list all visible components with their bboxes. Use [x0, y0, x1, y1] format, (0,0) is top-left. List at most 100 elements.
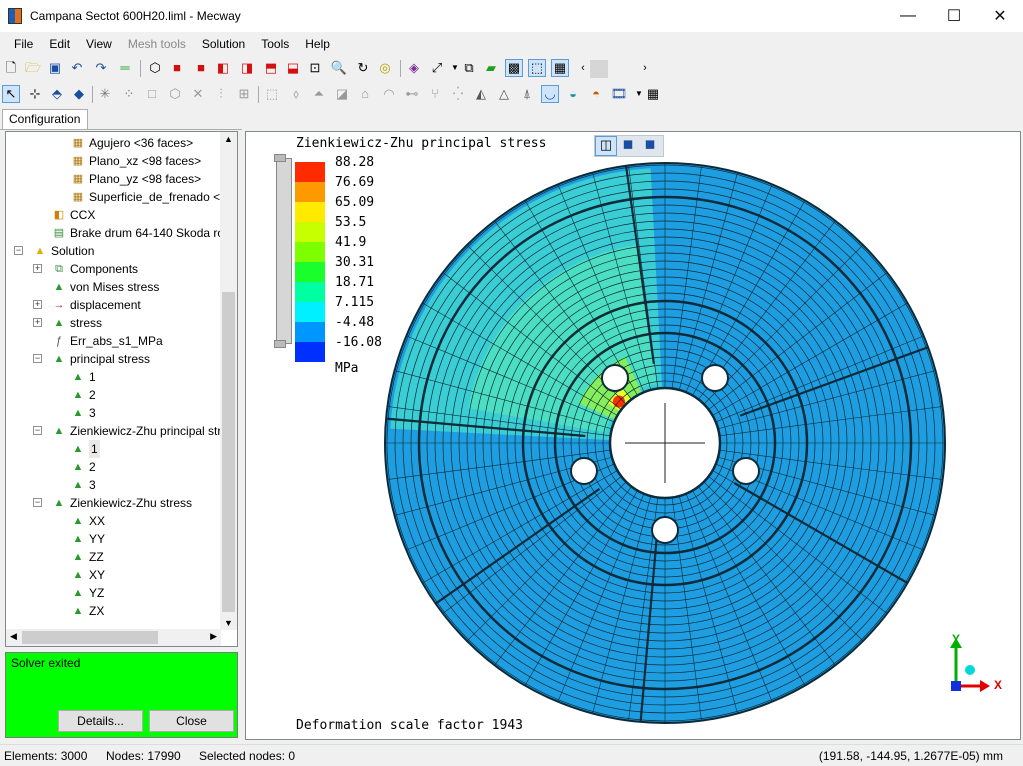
undo-icon[interactable]: ↶ — [68, 59, 86, 77]
sweep-tool-icon[interactable]: ◠ — [380, 85, 398, 103]
tree-item[interactable]: ▲ XY — [70, 566, 105, 584]
save-icon[interactable]: ▣ — [46, 59, 64, 77]
contour-view-icon[interactable]: ◓ — [587, 85, 605, 103]
select-node-icon[interactable]: ⊹ — [26, 85, 44, 103]
tree-item[interactable]: ▲ 1 — [70, 440, 100, 458]
select-arrow-icon[interactable]: ↖ — [2, 85, 20, 103]
close-button[interactable]: Close — [149, 710, 234, 732]
view-top-icon[interactable]: ⬒ — [262, 59, 280, 77]
view-right-icon[interactable]: ◨ — [238, 59, 256, 77]
brake-drum-model[interactable] — [246, 132, 1021, 740]
tree-vertical-scrollbar[interactable]: ▲ ▼ — [220, 132, 237, 630]
view-front-icon[interactable]: ■ — [168, 59, 186, 77]
equals-icon[interactable]: ═ — [116, 59, 134, 77]
tree-item[interactable]: ▲ Zienkiewicz-Zhu stress — [51, 494, 192, 512]
zoom-fit-icon[interactable]: ◎ — [376, 59, 394, 77]
split-tool-icon[interactable]: ⑂ — [426, 85, 444, 103]
tree-item[interactable]: ▲ von Mises stress — [51, 278, 160, 296]
scale-tool-icon[interactable]: ⏶ — [310, 85, 328, 103]
zoom-box-icon[interactable]: ⊡ — [306, 59, 324, 77]
scroll-down-icon[interactable]: ▼ — [224, 618, 233, 628]
move-tool-icon[interactable]: ⬚ — [263, 85, 281, 103]
tree-item[interactable]: ◧ CCX — [51, 206, 96, 224]
tree-item[interactable]: ▲ ZZ — [70, 548, 104, 566]
collapse-icon[interactable]: − — [33, 354, 42, 363]
tab-configuration[interactable]: Configuration — [2, 109, 88, 129]
tree-hscroll-thumb[interactable] — [22, 631, 158, 644]
result-view-icon[interactable]: ◡ — [541, 85, 559, 103]
surface-icon[interactable]: ▰ — [482, 59, 500, 77]
tree-item[interactable]: ▲ stress — [51, 314, 102, 332]
tree-item[interactable]: ▲ 2 — [70, 386, 96, 404]
delta-tool-icon[interactable]: ⍋ — [518, 85, 536, 103]
rotate-icon[interactable]: ↻ — [354, 59, 372, 77]
tree-item[interactable]: ▦ Agujero <36 faces> — [70, 134, 193, 152]
refine-tool-icon[interactable]: ⫶ — [212, 85, 230, 103]
view-bottom-icon[interactable]: ⬓ — [284, 59, 302, 77]
tree-item[interactable]: ▲ YZ — [70, 584, 105, 602]
tree-item[interactable]: ▲ 3 — [70, 404, 96, 422]
scroll-up-icon[interactable]: ▲ — [224, 134, 233, 144]
model-viewport[interactable]: Zienkiewicz-Zhu principal stress ◫ ◼ ◼ 8… — [245, 131, 1021, 740]
menu-file[interactable]: File — [6, 33, 41, 55]
details-button[interactable]: Details... — [58, 710, 143, 732]
menu-help[interactable]: Help — [297, 33, 338, 55]
select-element-icon[interactable]: ⬘ — [48, 85, 66, 103]
tree-item[interactable]: → displacement — [51, 296, 141, 314]
scroll-right-icon[interactable]: ▶ — [210, 631, 217, 642]
tree-item[interactable]: ▲ Zienkiewicz-Zhu principal stress — [51, 422, 237, 440]
tree-item[interactable]: ƒ Err_abs_s1_MPa — [51, 332, 163, 350]
view-back-icon[interactable]: ■ — [192, 59, 210, 77]
tree-item[interactable]: ▤ Brake drum 64-140 Skoda rooms — [51, 224, 237, 242]
zoom-icon[interactable]: 🔍 — [330, 59, 348, 77]
deformed-view-icon[interactable]: ◒ — [564, 85, 582, 103]
animation-icon[interactable]: 🎞 — [610, 85, 628, 103]
delete-tool-icon[interactable]: ✕ — [189, 85, 207, 103]
section-icon[interactable]: ⧉ — [460, 59, 478, 77]
node-tool-icon[interactable]: ⁘ — [120, 85, 138, 103]
minimize-button[interactable]: — — [885, 0, 931, 32]
revolve-tool-icon[interactable]: ⌂ — [356, 85, 374, 103]
tree-item[interactable]: ▲ 1 — [70, 368, 96, 386]
box-tool-icon[interactable]: □ — [143, 85, 161, 103]
mirror-tool-icon[interactable]: ⊞ — [235, 85, 253, 103]
close-window-button[interactable]: ✕ — [977, 0, 1023, 32]
view-iso-icon[interactable]: ⬡ — [146, 59, 164, 77]
explode-icon[interactable]: ✳ — [96, 85, 114, 103]
new-file-icon[interactable]: 🗋 — [2, 59, 20, 77]
scroll-left-icon[interactable]: ◀ — [10, 631, 17, 642]
tree-item[interactable]: ⧉ Components — [51, 260, 138, 278]
probe-tool-icon[interactable]: ◭ — [472, 85, 490, 103]
tree-item[interactable]: ▦ Superficie_de_frenado <54 faces> — [70, 188, 237, 206]
rotate-tool-icon[interactable]: ⬨ — [287, 85, 305, 103]
select-face-icon[interactable]: ◆ — [70, 85, 88, 103]
collapse-icon[interactable]: − — [14, 246, 23, 255]
menu-mesh-tools[interactable]: Mesh tools — [120, 33, 194, 55]
collapse-icon[interactable]: − — [33, 498, 42, 507]
tree-scroll-thumb[interactable] — [222, 292, 235, 612]
collapse-icon[interactable]: − — [33, 426, 42, 435]
toolbar-scroll-thumb[interactable] — [590, 60, 608, 78]
redo-icon[interactable]: ↷ — [92, 59, 110, 77]
table-icon[interactable]: ▦ — [644, 85, 662, 103]
menu-tools[interactable]: Tools — [253, 33, 297, 55]
transparency-icon[interactable]: ◈ — [405, 59, 423, 77]
expand-icon[interactable]: + — [33, 264, 42, 273]
extrude-tool-icon[interactable]: ◪ — [333, 85, 351, 103]
chevron-right-icon[interactable]: › — [636, 59, 654, 77]
menu-view[interactable]: View — [78, 33, 120, 55]
wireframe-icon[interactable]: ⬚ — [528, 59, 546, 77]
cube-tool-icon[interactable]: ⬡ — [166, 85, 184, 103]
tree-item[interactable]: ▲ 3 — [70, 476, 96, 494]
menu-solution[interactable]: Solution — [194, 33, 253, 55]
tree-item[interactable]: ▦ Plano_xz <98 faces> — [70, 152, 201, 170]
tree-item[interactable]: ▦ Plano_yz <98 faces> — [70, 170, 201, 188]
tree-item[interactable]: ▲ principal stress — [51, 350, 150, 368]
axes-dropdown-icon[interactable]: ⤢ — [428, 59, 446, 77]
tree-item[interactable]: ▲ YY — [70, 530, 105, 548]
dots-tool-icon[interactable]: ⁛ — [449, 85, 467, 103]
open-folder-icon[interactable]: 🗁 — [24, 59, 42, 77]
maximize-button[interactable]: ☐ — [931, 0, 977, 32]
tree-item[interactable]: ▲ ZX — [70, 602, 105, 620]
view-left-icon[interactable]: ◧ — [214, 59, 232, 77]
